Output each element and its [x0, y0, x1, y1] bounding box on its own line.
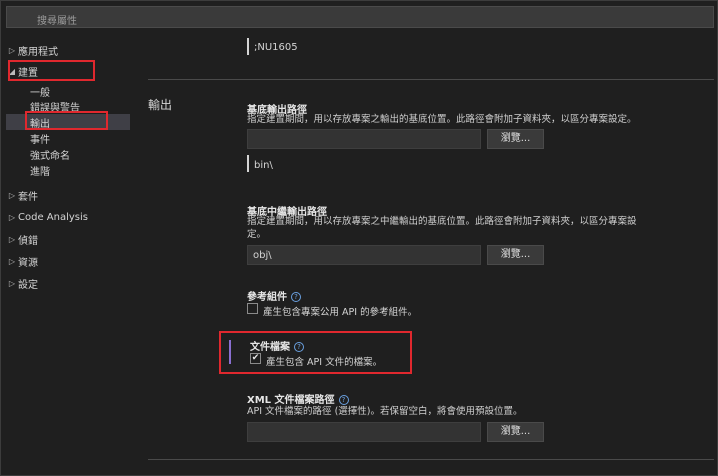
base-output-path-input[interactable]	[247, 129, 481, 149]
sidebar-item-label: 設定	[18, 279, 38, 291]
browse-button-xml-doc[interactable]: 瀏覽...	[487, 422, 544, 442]
sidebar-item-advanced[interactable]: 進階	[30, 162, 50, 178]
sidebar-item-label: 一般	[30, 87, 50, 99]
properties-window: 搜尋屬性 ▷ 應用程式 ◢ 建置 一般 錯誤與警告 輸出 事件 強式命名 進階	[0, 0, 718, 476]
sidebar-item-label: 資源	[18, 257, 38, 269]
documentation-file-checkbox-label: 產生包含 API 文件的檔案。	[266, 357, 383, 368]
chevron-right-icon: ▷	[8, 190, 16, 200]
sidebar-item-output[interactable]: 輸出	[6, 114, 130, 130]
sidebar-item-general[interactable]: 一般	[30, 83, 50, 99]
value-indicator-bar	[247, 155, 249, 172]
section-title-output: 輸出	[148, 98, 173, 112]
xml-doc-path-desc: API 文件檔案的路徑 (選擇性)。若保留空白，將會使用預設位置。	[247, 406, 523, 417]
content-pane: ;NU1605 輸出 基底輸出路徑 指定建置期間，用以存放專案之輸出的基底位置。…	[148, 29, 714, 474]
reference-assembly-label-text: 參考組件	[247, 292, 287, 303]
sidebar-item-label: 進階	[30, 166, 50, 178]
sidebar-item-label: 建置	[18, 67, 38, 79]
chevron-right-icon: ▷	[8, 256, 16, 266]
chevron-down-icon: ◢	[8, 66, 16, 76]
documentation-file-label-text: 文件檔案	[250, 342, 290, 353]
section-divider	[148, 79, 714, 80]
xml-doc-path-label: XML 文件檔案路徑?	[247, 391, 349, 406]
sidebar-item-build[interactable]: ◢ 建置	[6, 63, 38, 79]
base-intermediate-path-input[interactable]: obj\	[247, 245, 481, 265]
reference-assembly-label: 參考組件?	[247, 288, 301, 303]
chevron-right-icon: ▷	[8, 45, 16, 55]
info-icon[interactable]: ?	[338, 395, 349, 405]
chevron-right-icon: ▷	[8, 234, 16, 244]
sidebar-item-events[interactable]: 事件	[30, 130, 50, 146]
search-placeholder: 搜尋屬性	[37, 16, 77, 27]
sidebar: ▷ 應用程式 ◢ 建置 一般 錯誤與警告 輸出 事件 強式命名 進階 ▷ 套件	[6, 35, 132, 471]
sidebar-item-label: 輸出	[30, 118, 50, 130]
reference-assembly-checkbox[interactable]	[247, 303, 258, 314]
sidebar-item-code-analysis[interactable]: ▷ Code Analysis	[6, 209, 88, 225]
sidebar-item-label: 偵錯	[18, 235, 38, 247]
browse-button-base-intermediate[interactable]: 瀏覽...	[487, 245, 544, 265]
search-input[interactable]: 搜尋屬性	[6, 6, 714, 28]
base-intermediate-path-desc: 指定建置期間，用以存放專案之中繼輸出的基底位置。此路徑會附加子資料夾，以區分專案…	[247, 216, 637, 240]
sidebar-item-label: 強式命名	[30, 150, 70, 162]
modified-indicator-bar	[229, 340, 231, 364]
sidebar-item-label: 應用程式	[18, 46, 58, 58]
documentation-file-checkbox[interactable]: ✔	[250, 353, 261, 364]
chevron-right-icon: ▷	[8, 212, 16, 222]
xml-doc-path-input[interactable]	[247, 422, 481, 442]
value-indicator-bar	[247, 38, 249, 55]
reference-assembly-checkbox-label: 產生包含專案公用 API 的參考組件。	[263, 307, 418, 318]
sidebar-item-label: Code Analysis	[18, 211, 88, 223]
top-property-value: ;NU1605	[254, 42, 298, 53]
sidebar-item-debug[interactable]: ▷ 偵錯	[6, 231, 38, 247]
info-icon[interactable]: ?	[291, 292, 301, 302]
sidebar-item-label: 事件	[30, 134, 50, 146]
browse-button-base-output[interactable]: 瀏覽...	[487, 129, 544, 149]
chevron-right-icon: ▷	[8, 278, 16, 288]
base-output-path-value: bin\	[254, 160, 273, 171]
sidebar-item-strong-naming[interactable]: 強式命名	[30, 146, 70, 162]
sidebar-item-package[interactable]: ▷ 套件	[6, 187, 38, 203]
sidebar-item-application[interactable]: ▷ 應用程式	[6, 42, 58, 58]
documentation-file-label: 文件檔案?	[250, 338, 304, 353]
base-output-path-desc: 指定建置期間，用以存放專案之輸出的基底位置。此路徑會附加子資料夾，以區分專案設定…	[247, 114, 637, 125]
sidebar-item-label: 套件	[18, 191, 38, 203]
info-icon[interactable]: ?	[294, 342, 304, 352]
sidebar-item-settings[interactable]: ▷ 設定	[6, 275, 38, 291]
sidebar-item-label: 錯誤與警告	[30, 102, 80, 114]
sidebar-item-resources[interactable]: ▷ 資源	[6, 253, 38, 269]
section-divider	[148, 459, 714, 460]
sidebar-item-errors-warnings[interactable]: 錯誤與警告	[30, 98, 80, 114]
